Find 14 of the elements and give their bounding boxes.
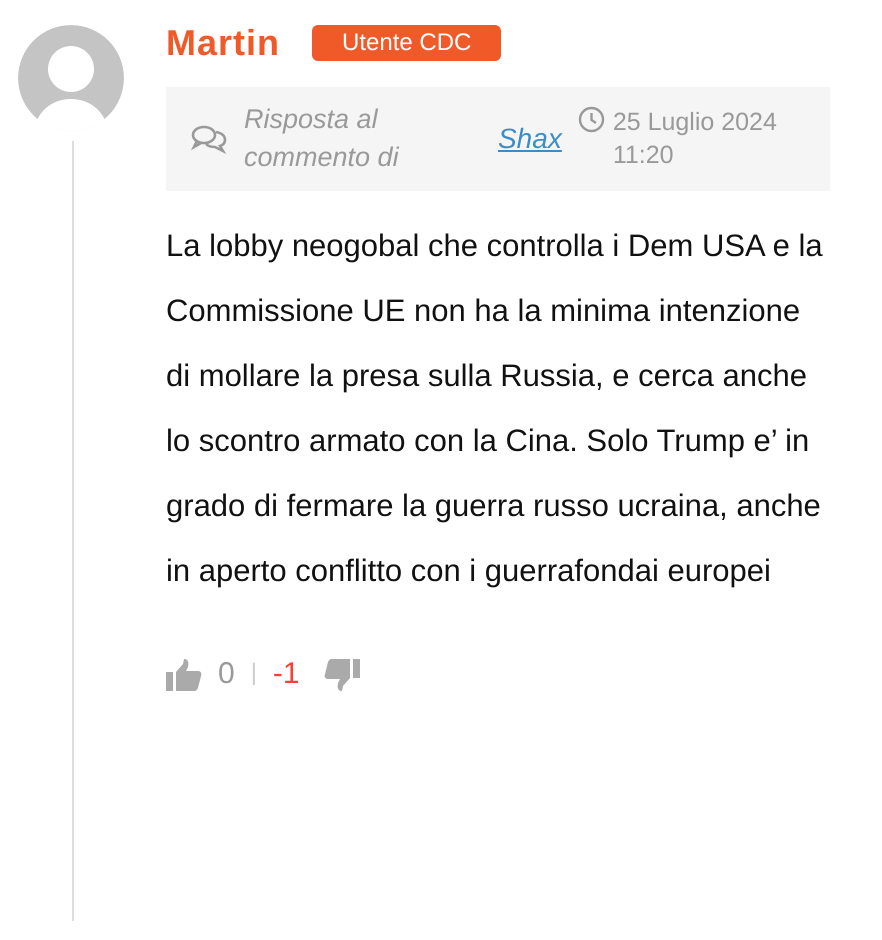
upvote-count: 0: [218, 656, 235, 692]
thumbs-up-icon[interactable]: [166, 658, 202, 691]
user-badge: Utente CDC: [312, 25, 502, 61]
downvote-count: -1: [272, 656, 300, 692]
speech-bubbles-icon: [190, 124, 228, 154]
comment-text: La lobby neogobal che controlla i Dem USA e la Commissione UE non ha la minima intenzione di mollare la presa sulla Russia, e cerca anche lo scontro armato con la Cina. Solo Trump e’ in grado di fermare la guerra russo ucraina, anche in aperto conflitto con i guerrafondai europei: [166, 226, 824, 590]
thumbs-down-icon[interactable]: [324, 658, 360, 691]
avatar-icon: [18, 25, 124, 131]
author-name[interactable]: Martin: [166, 25, 280, 61]
clock-icon: [578, 106, 605, 134]
comment-date: 25 Luglio 2024 11:20: [612, 107, 778, 171]
vote-separator: |: [250, 658, 257, 688]
reply-label: Risposta al commento di: [244, 103, 400, 174]
reply-author-link[interactable]: Shax: [498, 118, 562, 160]
